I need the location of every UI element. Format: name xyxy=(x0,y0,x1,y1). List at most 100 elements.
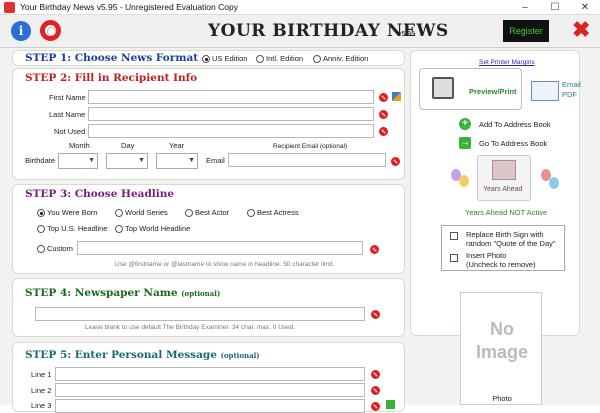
radio-world-series[interactable] xyxy=(115,209,123,217)
clear-last-name-icon[interactable] xyxy=(379,110,388,119)
clear-line1-icon[interactable] xyxy=(371,370,380,379)
email-pdf-label-1: Email xyxy=(562,80,581,89)
radio-anniv-edition-label: Anniv. Edition xyxy=(323,54,369,63)
step5-title-text: STEP 5: Enter Personal Message xyxy=(25,349,217,361)
radio-you-were-born[interactable] xyxy=(37,209,45,217)
minimize-button[interactable]: – xyxy=(510,0,540,15)
radio-top-us-headline-label: Top U.S. Headline xyxy=(47,224,108,233)
message-line1-input[interactable] xyxy=(55,367,365,381)
step4-title: STEP 4: Newspaper Name (optional) xyxy=(25,287,220,299)
balloon-icon xyxy=(549,177,559,189)
chevron-down-icon: ▼ xyxy=(88,157,95,164)
not-used-input[interactable] xyxy=(88,124,374,138)
headline-hint: Use @firstname or @lastname to show name… xyxy=(115,261,335,268)
radio-world-series-label: World Series xyxy=(125,208,168,217)
newspaper-name-hint: Leave blank to use default The Birthday … xyxy=(85,324,296,331)
radio-top-world-headline-label: Top World Headline xyxy=(125,224,191,233)
first-name-label: First Name xyxy=(49,93,86,102)
replace-sign-label-1: Replace Birth Sign with xyxy=(466,230,544,239)
clear-newspaper-name-icon[interactable] xyxy=(371,310,380,319)
radio-intl-edition-label: Intl. Edition xyxy=(266,54,304,63)
chevron-down-icon: ▼ xyxy=(188,157,195,164)
maximize-button[interactable]: ☐ xyxy=(540,0,570,15)
step5-panel: STEP 5: Enter Personal Message (optional… xyxy=(12,342,405,413)
balloon-icon xyxy=(459,175,469,187)
replace-sign-checkbox[interactable] xyxy=(450,232,458,240)
line2-label: Line 2 xyxy=(31,386,52,395)
radio-best-actress-label: Best Actress xyxy=(257,208,299,217)
year-select[interactable]: ▼ xyxy=(156,153,198,169)
insert-photo-label-2: (Uncheck to remove) xyxy=(466,260,536,269)
step4-panel: STEP 4: Newspaper Name (optional) Leave … xyxy=(12,278,405,337)
years-ahead-status: Years Ahead NOT Active xyxy=(465,208,548,217)
step3-panel: STEP 3: Choose Headline You Were Born Wo… xyxy=(12,184,405,274)
radio-anniv-edition[interactable] xyxy=(313,55,321,63)
month-select[interactable]: ▼ xyxy=(58,153,98,169)
insert-photo-label-1: Insert Photo xyxy=(466,251,507,260)
go-address-arrow-icon[interactable]: → xyxy=(459,137,471,149)
newspaper-name-input[interactable] xyxy=(35,307,365,321)
last-name-label: Last Name xyxy=(49,110,86,119)
years-ahead-button[interactable]: Years Ahead xyxy=(477,155,531,201)
options-box: Replace Birth Sign with random "Quote of… xyxy=(441,225,565,271)
app-header: i YOUR BIRTHDAY NEWS v5.95 Register ✖ xyxy=(0,15,600,48)
replace-sign-label-2: random "Quote of the Day" xyxy=(466,239,556,248)
address-book-icon[interactable] xyxy=(392,92,401,101)
email-envelope-icon[interactable] xyxy=(531,81,559,101)
message-line3-input[interactable] xyxy=(55,399,365,413)
custom-headline-input[interactable] xyxy=(77,241,363,255)
year-label: Year xyxy=(169,141,185,150)
main-area: STEP 1: Choose News Format US Edition In… xyxy=(0,48,600,413)
radio-custom[interactable] xyxy=(37,245,45,253)
window-titlebar: Your Birthday News v5.95 - Unregistered … xyxy=(0,0,600,15)
radio-top-world-headline[interactable] xyxy=(115,225,123,233)
step2-title: STEP 2: Fill in Recipient Info xyxy=(25,72,198,84)
first-name-input[interactable] xyxy=(88,90,374,104)
clear-first-name-icon[interactable] xyxy=(379,93,388,102)
birthdate-label: Birthdate xyxy=(25,156,56,165)
step5-optional: (optional) xyxy=(220,351,260,360)
help-lifebuoy-icon[interactable] xyxy=(40,20,61,41)
month-label: Month xyxy=(69,141,90,150)
radio-best-actor[interactable] xyxy=(185,209,193,217)
clear-email-icon[interactable] xyxy=(391,157,400,166)
email-pdf-label-2: PDF xyxy=(562,90,577,99)
years-ahead-label: Years Ahead xyxy=(483,186,523,193)
version-label: v5.95 xyxy=(398,31,416,38)
radio-intl-edition[interactable] xyxy=(256,55,264,63)
clear-line2-icon[interactable] xyxy=(371,386,380,395)
radio-us-edition[interactable] xyxy=(202,55,210,63)
line3-label: Line 3 xyxy=(31,401,52,410)
window-title: Your Birthday News v5.95 - Unregistered … xyxy=(20,2,238,12)
register-button[interactable]: Register xyxy=(503,20,549,42)
calendar-icon xyxy=(492,160,516,180)
email-input[interactable] xyxy=(228,153,386,167)
window-close-button[interactable]: ✕ xyxy=(570,0,600,15)
step2-panel: STEP 2: Fill in Recipient Info First Nam… xyxy=(12,68,405,180)
line1-label: Line 1 xyxy=(31,370,52,379)
info-icon[interactable]: i xyxy=(11,21,31,41)
set-printer-margins-link[interactable]: Set Printer Margins xyxy=(479,59,535,66)
step4-title-text: STEP 4: Newspaper Name xyxy=(25,287,178,299)
preview-print-button[interactable]: Preview/Print xyxy=(419,68,522,110)
exit-icon[interactable]: ✖ xyxy=(572,19,590,41)
clear-line3-icon[interactable] xyxy=(371,402,380,411)
clear-custom-headline-icon[interactable] xyxy=(370,245,379,254)
photo-frame[interactable]: No Image Photo xyxy=(460,292,542,405)
add-address-icon[interactable]: + xyxy=(459,118,471,130)
insert-photo-checkbox[interactable] xyxy=(450,254,458,262)
message-line2-input[interactable] xyxy=(55,383,365,397)
clear-not-used-icon[interactable] xyxy=(379,127,388,136)
last-name-input[interactable] xyxy=(88,107,374,121)
step5-title: STEP 5: Enter Personal Message (optional… xyxy=(25,349,260,361)
go-address-label[interactable]: Go To Address Book xyxy=(479,139,547,148)
day-select[interactable]: ▼ xyxy=(106,153,148,169)
radio-you-were-born-label: You Were Born xyxy=(47,208,98,217)
radio-best-actress[interactable] xyxy=(247,209,255,217)
radio-top-us-headline[interactable] xyxy=(37,225,45,233)
radio-us-edition-label: US Edition xyxy=(212,54,248,63)
radio-custom-label: Custom xyxy=(47,244,73,253)
radio-best-actor-label: Best Actor xyxy=(195,208,230,217)
step3-title: STEP 3: Choose Headline xyxy=(25,188,175,200)
add-address-label[interactable]: Add To Address Book xyxy=(479,120,551,129)
